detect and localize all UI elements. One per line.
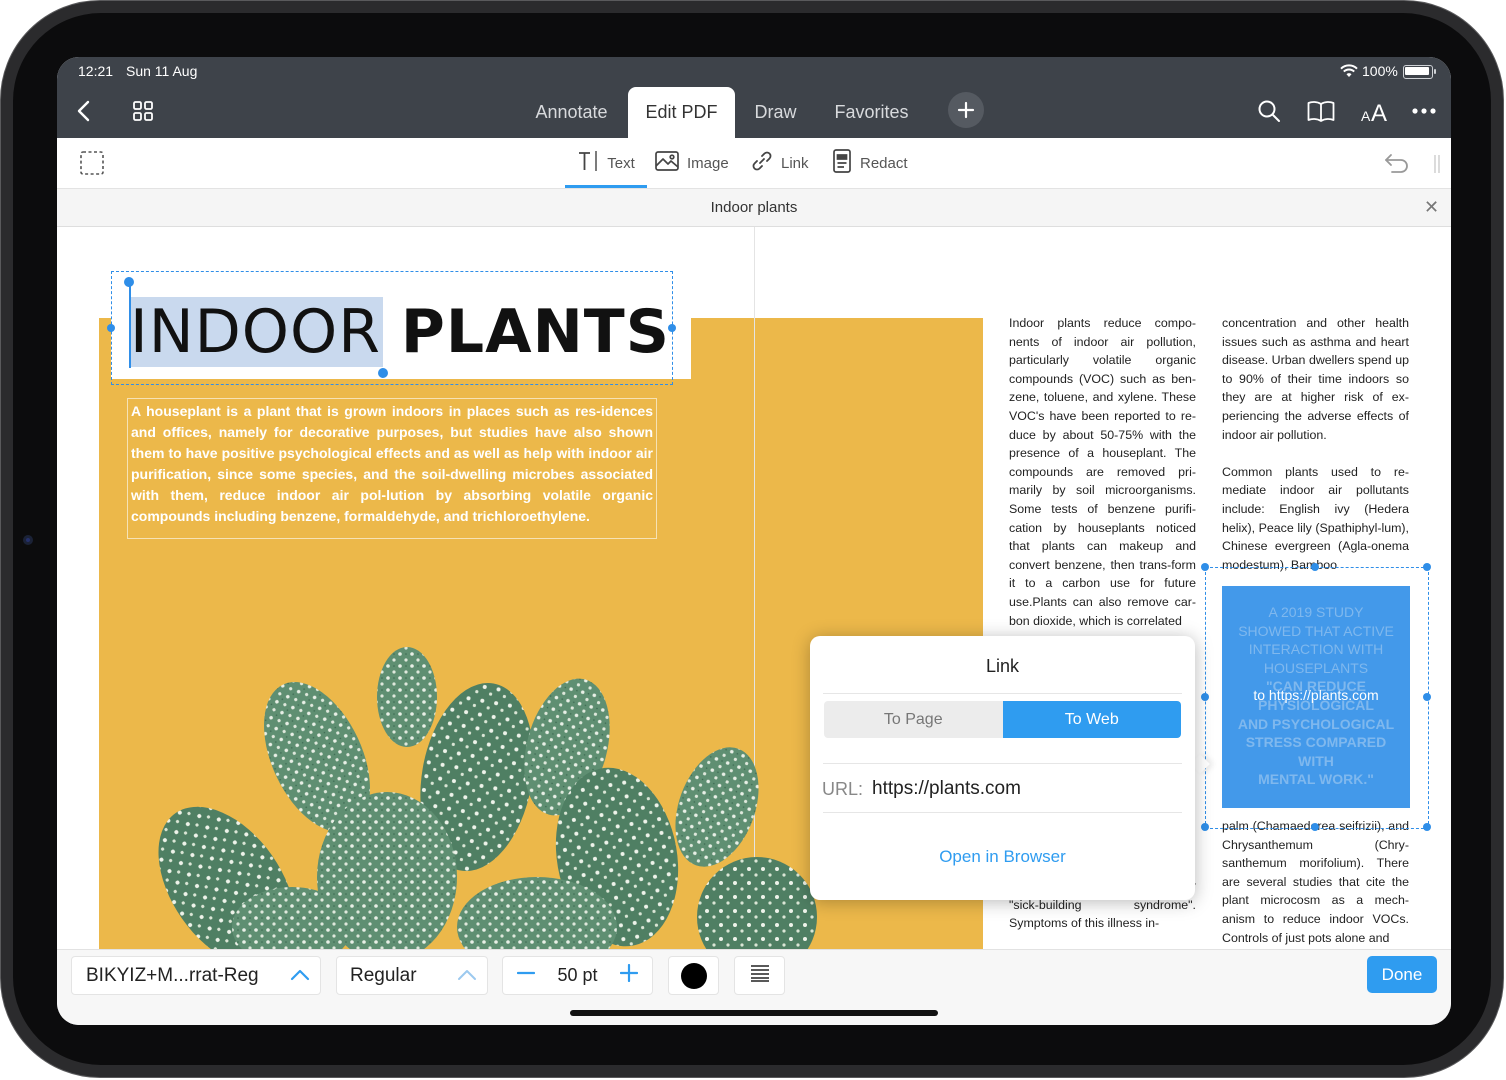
status-time: 12:21 [78, 63, 114, 79]
tab-annotate[interactable]: Annotate [522, 87, 621, 138]
text-color-picker[interactable] [668, 956, 719, 995]
front-camera [23, 535, 33, 545]
color-swatch [680, 962, 707, 989]
chevron-up-icon [290, 965, 310, 987]
link-popover: Link To Page To Web URL: https://plants.… [810, 636, 1195, 900]
top-navigation-bar: 12:21 Sun 11 Aug 100% Annotate Edit PDF … [57, 57, 1451, 138]
link-handle-top-left[interactable] [1201, 563, 1209, 571]
tool-link-label: Link [781, 154, 809, 172]
tool-redact-label: Redact [860, 154, 908, 172]
select-area-icon[interactable] [78, 149, 106, 177]
battery-icon [1403, 65, 1436, 79]
resize-handle-left[interactable] [107, 324, 115, 332]
segment-to-web[interactable]: To Web [1002, 701, 1181, 738]
link-handle-bottom-left[interactable] [1201, 823, 1209, 831]
body-column-2-bottom[interactable]: palm (Chamaedorea seifrizii), and Chrysa… [1222, 817, 1409, 947]
tab-favorites[interactable]: Favorites [823, 87, 920, 138]
tool-text[interactable]: Text [565, 138, 647, 188]
resize-handle-right[interactable] [668, 324, 676, 332]
font-style-picker[interactable]: Regular [336, 956, 488, 995]
more-icon[interactable] [1410, 97, 1438, 125]
url-label: URL: [822, 779, 864, 799]
font-size-value: 50 pt [557, 965, 598, 985]
status-date: Sun 11 Aug [126, 63, 198, 79]
body-column-2[interactable]: concentration and other health issues su… [1222, 314, 1409, 574]
body-column-1[interactable]: Indoor plants reduce compo-nents of indo… [1009, 314, 1196, 630]
alignment-picker[interactable] [734, 956, 785, 995]
link-icon [751, 150, 773, 176]
link-selection-box[interactable] [1205, 567, 1429, 829]
body-column-2-paragraph-1: concentration and other health issues su… [1222, 316, 1409, 442]
tool-link[interactable]: Link [751, 138, 809, 188]
wifi-icon [1340, 64, 1358, 83]
segment-to-page[interactable]: To Page [824, 701, 1003, 738]
divider [823, 763, 1182, 764]
svg-text:A: A [1361, 108, 1371, 123]
close-icon[interactable]: ✕ [1424, 197, 1439, 218]
divider [823, 812, 1182, 813]
undo-icon[interactable] [1383, 149, 1411, 177]
done-button[interactable]: Done [1367, 956, 1437, 993]
text-tool-icon [577, 150, 599, 176]
plus-icon[interactable] [948, 92, 984, 128]
pdf-document: INDOOR PLANTS A houseplant is a plant tha… [57, 227, 1451, 949]
link-handle-bottom[interactable] [1311, 823, 1319, 831]
search-icon[interactable] [1255, 97, 1283, 125]
align-justify-icon [750, 964, 770, 988]
intro-paragraph[interactable]: A houseplant is a plant that is grown in… [127, 398, 657, 539]
image-icon [655, 151, 679, 175]
divider [823, 693, 1182, 694]
font-name-picker[interactable]: BIKYIZ+M...rrat-Reg [71, 956, 321, 995]
link-handle-top-right[interactable] [1423, 563, 1431, 571]
grid-icon[interactable] [129, 97, 157, 125]
url-input[interactable]: https://plants.com [872, 778, 1021, 800]
screen: 12:21 Sun 11 Aug 100% Annotate Edit PDF … [57, 57, 1451, 1025]
link-handle-left[interactable] [1201, 693, 1209, 701]
tool-image[interactable]: Image [655, 138, 729, 188]
link-handle-bottom-right[interactable] [1423, 823, 1431, 831]
decrease-size-button[interactable] [516, 964, 536, 988]
document-title-bar: Indoor plants ✕ [57, 189, 1451, 227]
body-column-2-paragraph-2: Common plants used to re-mediate indoor … [1222, 464, 1409, 572]
book-icon[interactable] [1307, 97, 1335, 125]
battery-percent: 100% [1362, 63, 1398, 79]
open-in-browser-button[interactable]: Open in Browser [810, 847, 1195, 867]
increase-size-button[interactable] [619, 963, 639, 988]
back-icon[interactable] [69, 97, 97, 125]
tab-edit-pdf[interactable]: Edit PDF [628, 87, 735, 138]
document-title: Indoor plants [710, 199, 798, 216]
link-type-segmented-control: To Page To Web [824, 701, 1181, 738]
home-indicator [570, 1010, 938, 1016]
selection-start-handle[interactable] [124, 277, 134, 287]
font-size-stepper: 50 pt [502, 956, 653, 995]
redo-placeholder-icon [1433, 154, 1441, 174]
ipad-frame: 12:21 Sun 11 Aug 100% Annotate Edit PDF … [0, 0, 1504, 1078]
font-name-value: BIKYIZ+M...rrat-Reg [86, 964, 259, 986]
text-selection-box[interactable] [111, 271, 673, 385]
tool-text-label: Text [607, 154, 635, 172]
redact-icon [832, 149, 852, 177]
chevron-up-icon [457, 965, 477, 987]
edit-toolbar: Text Image Link Redact [57, 138, 1451, 189]
font-style-value: Regular [350, 964, 417, 986]
tool-redact[interactable]: Redact [832, 138, 908, 188]
link-handle-top[interactable] [1311, 563, 1319, 571]
tab-draw[interactable]: Draw [740, 87, 811, 138]
popover-title: Link [985, 656, 1020, 676]
link-handle-right[interactable] [1423, 693, 1431, 701]
text-size-icon[interactable]: AA [1358, 97, 1392, 125]
svg-text:A: A [1371, 100, 1387, 123]
tool-image-label: Image [687, 154, 729, 172]
selection-end-handle[interactable] [378, 368, 388, 378]
